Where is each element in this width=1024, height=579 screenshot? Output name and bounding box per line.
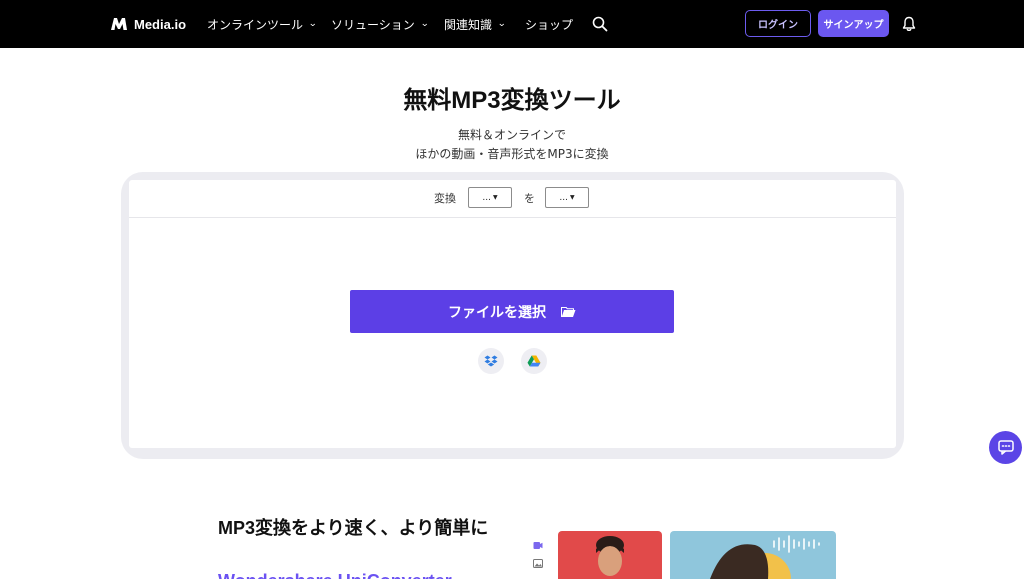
chevron-down-icon: ⌄ xyxy=(308,19,318,29)
brand-name: Media.io xyxy=(134,16,187,32)
choose-file-label: ファイルを選択 xyxy=(448,303,546,320)
nav-item-knowledge[interactable]: 関連知識 ⌄ xyxy=(444,14,506,34)
music-illustration xyxy=(710,535,820,579)
source-format-select[interactable]: ... ▼ xyxy=(468,187,512,208)
nav-item-label: ソリューション xyxy=(331,17,415,32)
convert-label: 変換 xyxy=(434,192,456,205)
subtitle-line-1: 無料＆オンラインで xyxy=(457,128,566,142)
feature-thumbnail-music xyxy=(670,531,836,579)
target-format-select[interactable]: ... ▼ xyxy=(545,187,589,208)
caret-down-icon: ▼ xyxy=(492,194,498,201)
google-drive-icon xyxy=(527,355,541,367)
nav-item-online-tools[interactable]: オンラインツール ⌄ xyxy=(207,14,317,34)
feature-product-name: Wondershare UniConverter xyxy=(218,571,478,579)
format-selector-row: 変換 ... ▼ を ... ▼ xyxy=(129,180,896,218)
target-format-value: ... xyxy=(559,192,568,203)
nav-item-label: ショップ xyxy=(525,17,574,32)
top-navbar: Media.io オンラインツール ⌄ ソリューション ⌄ 関連知識 ⌄ ショッ… xyxy=(0,0,1024,48)
brand-logo[interactable]: Media.io xyxy=(110,14,186,34)
chat-bubble-icon xyxy=(997,440,1014,455)
search-icon[interactable] xyxy=(592,16,608,32)
dropbox-icon xyxy=(484,355,498,366)
login-button[interactable]: ログイン xyxy=(745,10,811,37)
subtitle-line-2: ほかの動画・音声形式をMP3に変換 xyxy=(415,147,609,161)
page-title: 無料MP3変換ツール xyxy=(403,87,621,114)
google-drive-button[interactable] xyxy=(521,348,547,374)
chat-support-button[interactable] xyxy=(989,431,1022,464)
media-io-logo-icon xyxy=(111,18,127,30)
to-label: を xyxy=(524,192,535,205)
converter-card: 変換 ... ▼ を ... ▼ ファイルを選択 xyxy=(129,180,896,448)
feature-thumbnail-person xyxy=(558,531,662,579)
person-portrait-illustration xyxy=(596,536,624,576)
folder-open-icon xyxy=(561,307,576,317)
page-subtitle: 無料＆オンラインで ほかの動画・音声形式をMP3に変換 xyxy=(0,126,1024,164)
nav-item-solutions[interactable]: ソリューション ⌄ xyxy=(331,14,430,34)
feature-heading: MP3変換をより速く、より簡単に xyxy=(218,518,489,538)
source-format-value: ... xyxy=(482,192,491,203)
bell-icon[interactable] xyxy=(902,16,916,32)
nav-item-label: オンラインツール xyxy=(207,17,304,32)
choose-file-button[interactable]: ファイルを選択 xyxy=(350,290,674,333)
video-icon xyxy=(533,542,543,549)
dropbox-button[interactable] xyxy=(478,348,504,374)
nav-item-label: 関連知識 xyxy=(444,17,493,32)
chevron-down-icon: ⌄ xyxy=(497,19,507,29)
nav-item-shop[interactable]: ショップ xyxy=(525,14,573,34)
chevron-down-icon: ⌄ xyxy=(420,19,430,29)
caret-down-icon: ▼ xyxy=(569,194,575,201)
signup-button[interactable]: サインアップ xyxy=(818,10,889,37)
image-icon xyxy=(533,559,543,568)
